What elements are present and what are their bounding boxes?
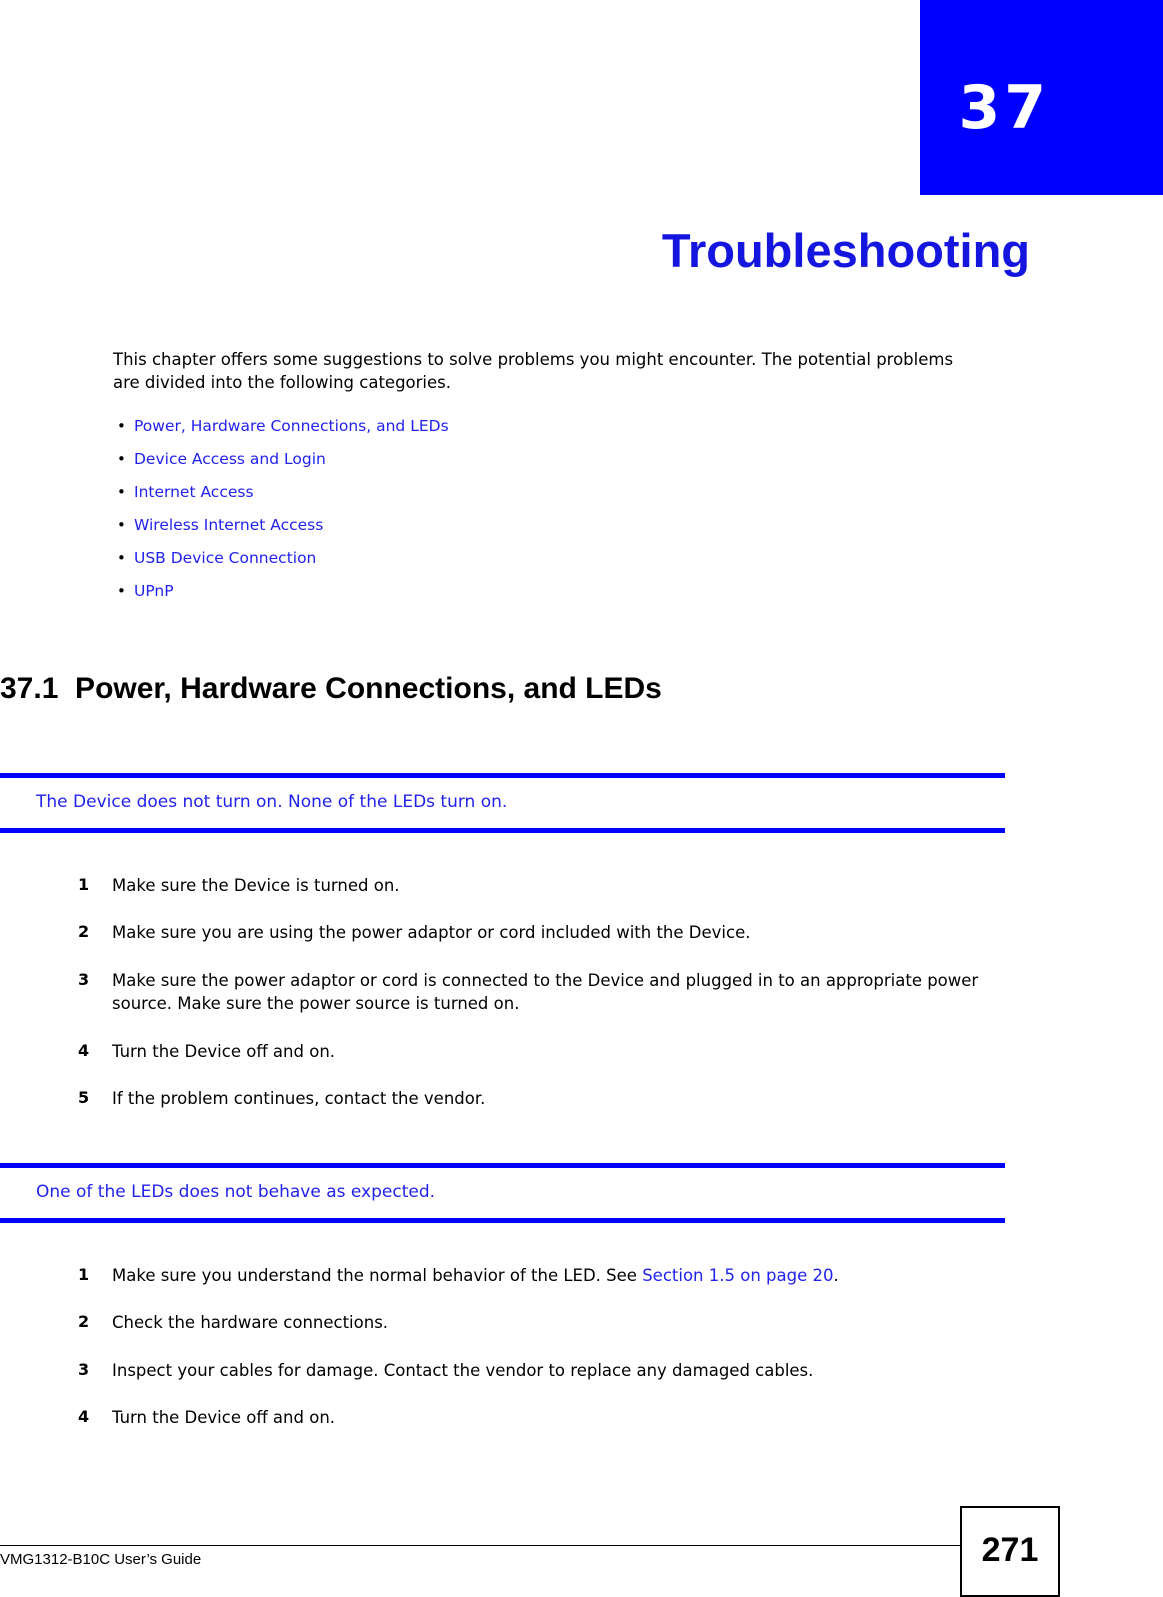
step-item: 4 Turn the Device off and on. [0,1406,1060,1429]
rule-bottom [0,828,1005,834]
question-text: One of the LEDs does not behave as expec… [36,1182,436,1202]
list-item[interactable]: • Device Access and Login [0,450,1060,469]
step-number: 5 [78,1088,90,1108]
bullet-icon: • [117,416,126,435]
step-text: Make sure you are using the power adapto… [112,923,751,943]
section-reference-link[interactable]: Section 1.5 on page 20 [642,1266,833,1285]
step-text-after: . [833,1266,839,1285]
step-item: 1 Make sure the Device is turned on. [0,874,1060,897]
question-block-1: The Device does not turn on. None of the… [0,773,1005,834]
bullet-icon: • [117,483,126,502]
question-text: The Device does not turn on. None of the… [36,792,508,812]
page-title: Troubleshooting [661,224,1030,277]
list-item[interactable]: • Power, Hardware Connections, and LEDs [0,417,1060,436]
step-number: 2 [78,922,90,942]
toc-link[interactable]: Wireless Internet Access [134,516,323,534]
step-number: 4 [78,1407,90,1427]
step-item: 2 Make sure you are using the power adap… [0,921,1060,944]
step-text: Inspect your cables for damage. Contact … [112,1360,814,1380]
bullet-icon: • [117,549,126,568]
step-text: Turn the Device off and on. [112,1041,336,1061]
list-item[interactable]: • Internet Access [0,483,1060,502]
chapter-number-block: 37 [920,0,1163,195]
step-item: 4 Turn the Device off and on. [0,1040,1060,1063]
step-text: Check the hardware connections. [112,1313,389,1333]
list-item[interactable]: • UPnP [0,582,1060,601]
rule-bottom [0,1218,1005,1224]
intro-paragraph: This chapter offers some suggestions to … [113,350,954,393]
steps-list-2: 1 Make sure you understand the normal be… [0,1264,1060,1454]
toc-link[interactable]: USB Device Connection [134,549,316,567]
step-item: 3 Inspect your cables for damage. Contac… [0,1359,1060,1382]
steps-list-1: 1 Make sure the Device is turned on. 2 M… [0,874,1060,1135]
bullet-icon: • [117,582,126,601]
toc-link[interactable]: UPnP [134,582,174,600]
toc-link[interactable]: Device Access and Login [134,450,326,468]
section-heading: 37.1 Power, Hardware Connections, and LE… [0,672,662,705]
chapter-intro-section: This chapter offers some suggestions to … [0,348,1060,615]
step-number: 2 [78,1312,90,1332]
step-text: Make sure you understand the normal beha… [112,1264,1022,1287]
document-page: 37 Troubleshooting This chapter offers s… [0,0,1163,1597]
step-number: 3 [78,969,90,989]
step-item: 2 Check the hardware connections. [0,1311,1060,1334]
list-item[interactable]: • Wireless Internet Access [0,516,1060,535]
list-item[interactable]: • USB Device Connection [0,549,1060,568]
step-text: Make sure the power adaptor or cord is c… [112,970,979,1014]
chapter-number: 37 [958,73,1050,143]
bullet-icon: • [117,516,126,535]
step-number: 1 [78,875,90,894]
step-item: 3 Make sure the power adaptor or cord is… [0,969,1060,1016]
step-text: Make sure the Device is turned on. [112,876,400,895]
page-number: 271 [981,1531,1039,1569]
step-item: 5 If the problem continues, contact the … [0,1087,1060,1110]
step-text: If the problem continues, contact the ve… [112,1089,486,1109]
step-number: 1 [78,1265,90,1284]
step-item: 1 Make sure you understand the normal be… [0,1264,1060,1287]
step-number: 4 [78,1040,90,1060]
toc-link[interactable]: Internet Access [134,483,254,501]
step-text-before: Make sure you understand the normal beha… [112,1266,643,1285]
question-block-2: One of the LEDs does not behave as expec… [0,1163,1005,1224]
bullet-icon: • [117,449,126,468]
step-number: 3 [78,1359,90,1379]
step-text: Turn the Device off and on. [112,1408,336,1428]
toc-link[interactable]: Power, Hardware Connections, and LEDs [134,417,449,435]
footer-guide-title: VMG1312-B10C User’s Guide [0,1551,202,1568]
chapter-toc-list: • Power, Hardware Connections, and LEDs … [0,417,1060,601]
footer-divider [0,1545,960,1546]
